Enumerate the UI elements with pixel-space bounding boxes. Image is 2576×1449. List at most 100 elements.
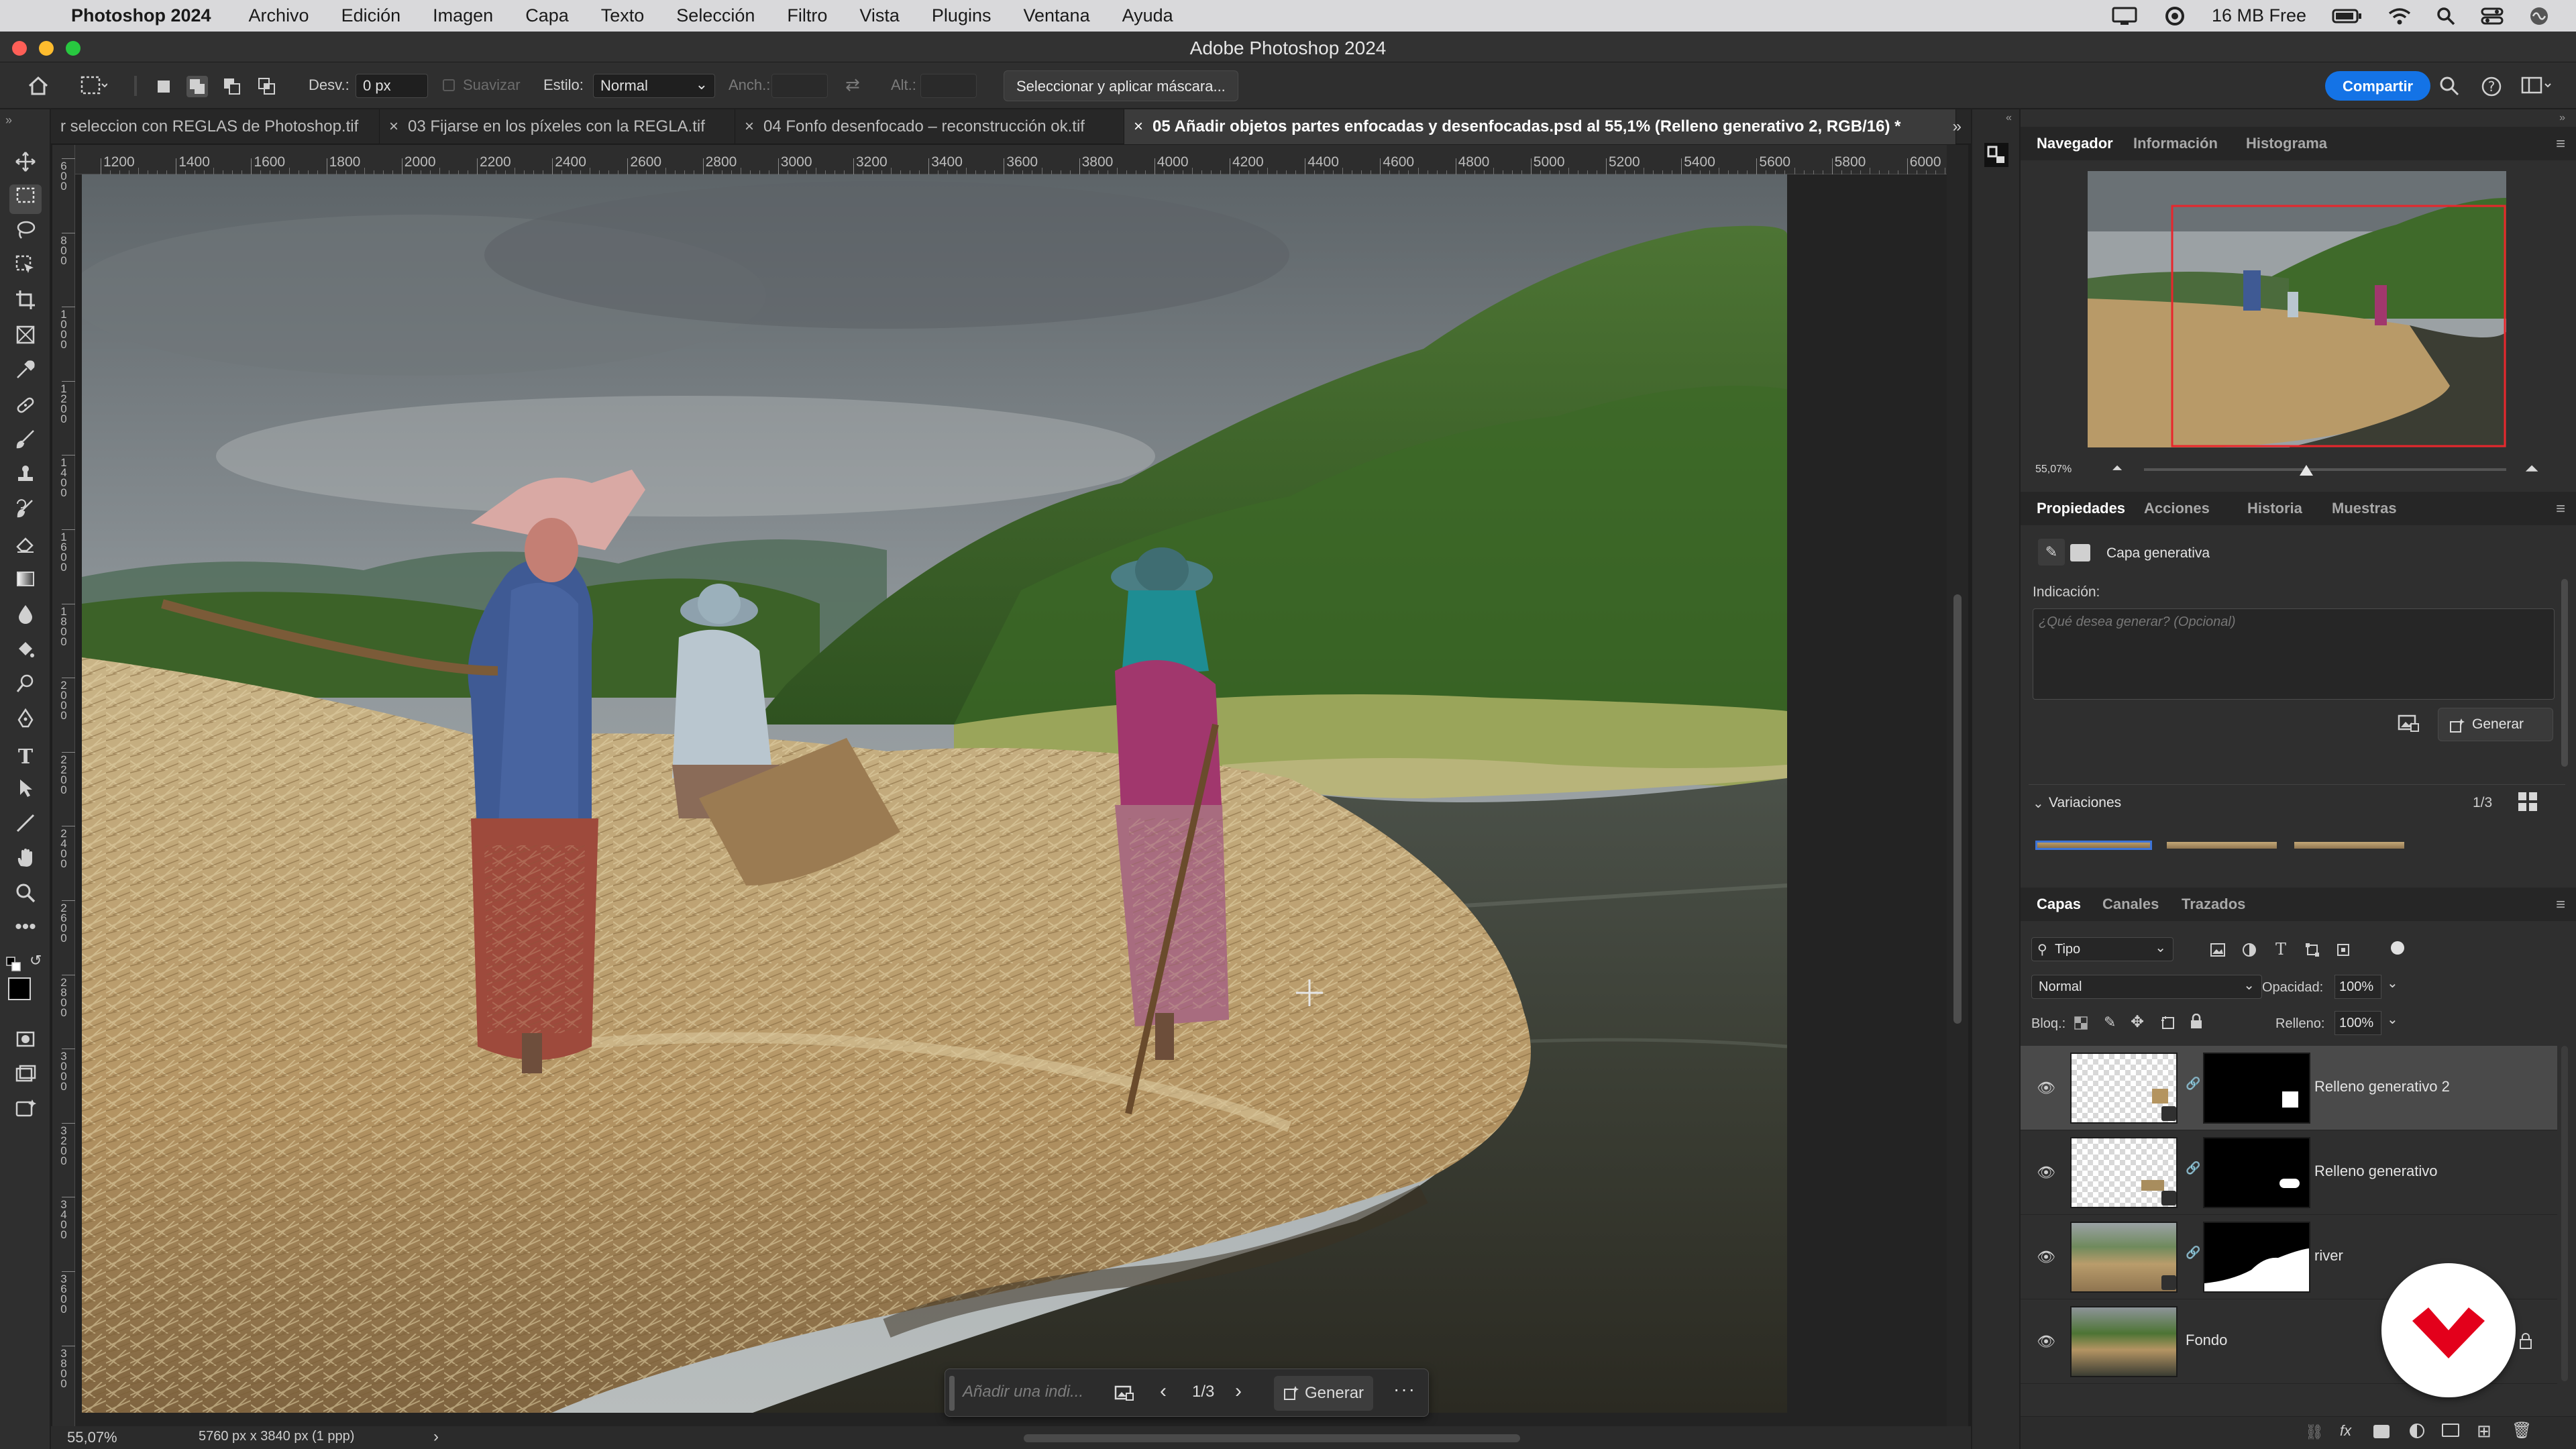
chevron-down-icon[interactable]: ⌄ [2387,1011,2398,1028]
tab-actions[interactable]: Acciones [2144,492,2210,525]
path-selection-tool-icon[interactable] [9,777,42,807]
tab-properties[interactable]: Propiedades [2037,492,2125,525]
generative-panel-icon[interactable] [1983,142,2010,168]
pen-tool-icon[interactable] [9,708,42,737]
tab-paths[interactable]: Trazados [2182,888,2245,921]
layer-filter-select[interactable]: ⚲ Tipo ⌄ [2031,937,2174,961]
properties-scrollbar[interactable] [2561,579,2568,767]
siri-icon[interactable] [2529,6,2549,26]
type-tool-icon[interactable]: T [9,743,42,772]
status-menu-icon[interactable]: › [433,1428,439,1446]
spotlight-search-icon[interactable] [2436,7,2455,25]
menu-filtro[interactable]: Filtro [787,5,827,26]
next-variation-icon[interactable]: › [1235,1380,1242,1403]
navigator-zoom[interactable]: 55,07% [2035,464,2072,476]
crop-tool-icon[interactable] [9,289,42,319]
properties-generate-button[interactable]: Generar [2438,708,2553,741]
grid-view-icon[interactable] [2517,791,2538,812]
generate-button[interactable]: Generar [1274,1376,1373,1411]
creative-cloud-icon[interactable] [2163,6,2186,26]
layer-thumbnail[interactable] [2070,1306,2178,1377]
menu-archivo[interactable]: Archivo [249,5,309,26]
visibility-eye-icon[interactable]: 👁 [2037,1248,2055,1265]
navigator-preview[interactable] [2088,171,2506,447]
zoom-level[interactable]: 55,07% [67,1429,117,1446]
zoom-tool-icon[interactable] [9,882,42,912]
filter-toggle[interactable] [2391,941,2404,955]
layer-thumbnail[interactable] [2070,1222,2178,1293]
variations-collapse-icon[interactable]: ⌄ [2033,795,2044,812]
tab-history[interactable]: Historia [2247,492,2302,525]
horizontal-scroll-thumb[interactable] [1024,1434,1520,1442]
zoom-in-icon[interactable]: ⏶ [2525,458,2539,480]
close-icon[interactable]: × [745,117,754,136]
history-brush-tool-icon[interactable] [9,498,42,528]
new-selection-icon[interactable] [156,78,172,95]
fill-input[interactable]: 100% [2334,1011,2381,1035]
tab-info[interactable]: Información [2133,127,2218,160]
variation-thumbnail[interactable] [2167,842,2277,849]
close-icon[interactable]: × [389,117,398,136]
filter-adjustment-icon[interactable] [2242,943,2257,957]
layer-name[interactable]: Fondo [2186,1332,2227,1349]
feather-input[interactable]: 0 px [356,74,428,98]
menu-vista[interactable]: Vista [859,5,900,26]
smooth-checkbox[interactable] [443,79,455,91]
rectangular-marquee-tool-icon[interactable] [9,184,42,214]
layer-name[interactable]: Relleno generativo [2314,1163,2437,1180]
subtract-from-selection-icon[interactable] [223,77,241,96]
filter-pixel-icon[interactable] [2210,943,2226,957]
wifi-icon[interactable] [2388,7,2411,25]
blur-tool-icon[interactable] [9,603,42,633]
new-group-icon[interactable] [2442,1424,2459,1437]
panel-menu-icon[interactable]: ≡ [2556,135,2565,154]
layer-mask-thumbnail[interactable] [2203,1053,2310,1124]
tab-swatches[interactable]: Muestras [2332,492,2397,525]
close-icon[interactable]: × [1134,117,1143,136]
mask-icon[interactable] [2070,544,2090,561]
add-to-selection-icon[interactable] [186,76,208,97]
collapse-panels-icon[interactable]: » [2559,112,2565,124]
add-mask-icon[interactable] [2373,1425,2390,1438]
prompt-textarea[interactable]: ¿Qué desea generar? (Opcional) [2033,608,2555,700]
layer-mask-thumbnail[interactable] [2203,1137,2310,1208]
layer-thumbnail[interactable] [2070,1053,2178,1124]
menu-app-name[interactable]: Photoshop 2024 [71,5,211,26]
help-icon[interactable]: ? [2481,76,2502,97]
dodge-tool-icon[interactable] [9,673,42,702]
layer-thumbnail[interactable] [2070,1137,2178,1208]
tab-navigator[interactable]: Navegador [2037,127,2113,160]
healing-brush-tool-icon[interactable] [9,394,42,423]
frame-tool-icon[interactable] [9,324,42,354]
eyedropper-tool-icon[interactable] [9,359,42,388]
document-canvas[interactable] [75,174,1947,1426]
panel-menu-icon[interactable]: ≡ [2556,896,2565,914]
layer-mask-thumbnail[interactable] [2203,1222,2310,1293]
collapse-toolbar-icon[interactable]: » [5,113,12,127]
layer-name[interactable]: Relleno generativo 2 [2314,1078,2450,1095]
control-center-icon[interactable] [2481,7,2504,25]
menu-imagen[interactable]: Imagen [433,5,493,26]
swap-colors-icon[interactable]: ↺ [30,952,42,969]
swap-dimensions-icon[interactable]: ⇄ [845,74,860,95]
lock-all-icon[interactable] [2190,1014,2203,1030]
search-icon[interactable] [2439,76,2459,96]
tab-document-3[interactable]: × 04 Fonfo desenfocado – reconstrucción o… [735,109,1124,144]
prompt-input[interactable]: Añadir una indi... [963,1383,1083,1401]
screen-mode-icon[interactable] [9,1063,42,1093]
clone-stamp-tool-icon[interactable] [9,464,42,493]
opacity-input[interactable]: 100% [2334,975,2381,999]
layer-name[interactable]: river [2314,1247,2343,1265]
visibility-eye-icon[interactable]: 👁 [2037,1164,2055,1181]
zoom-slider-track[interactable] [2144,468,2506,471]
fx-icon[interactable]: fx [2340,1422,2351,1440]
filter-shape-icon[interactable] [2305,943,2320,957]
line-tool-icon[interactable] [9,812,42,842]
filter-smart-object-icon[interactable] [2336,943,2351,957]
mask-link-icon[interactable]: 🔗 [2186,1077,2200,1091]
menu-plugins[interactable]: Plugins [932,5,991,26]
display-icon[interactable] [2111,6,2138,26]
brush-tool-icon[interactable] [9,429,42,458]
more-tabs-icon[interactable]: » [1953,117,1962,136]
workspace-icon[interactable] [2521,76,2555,96]
